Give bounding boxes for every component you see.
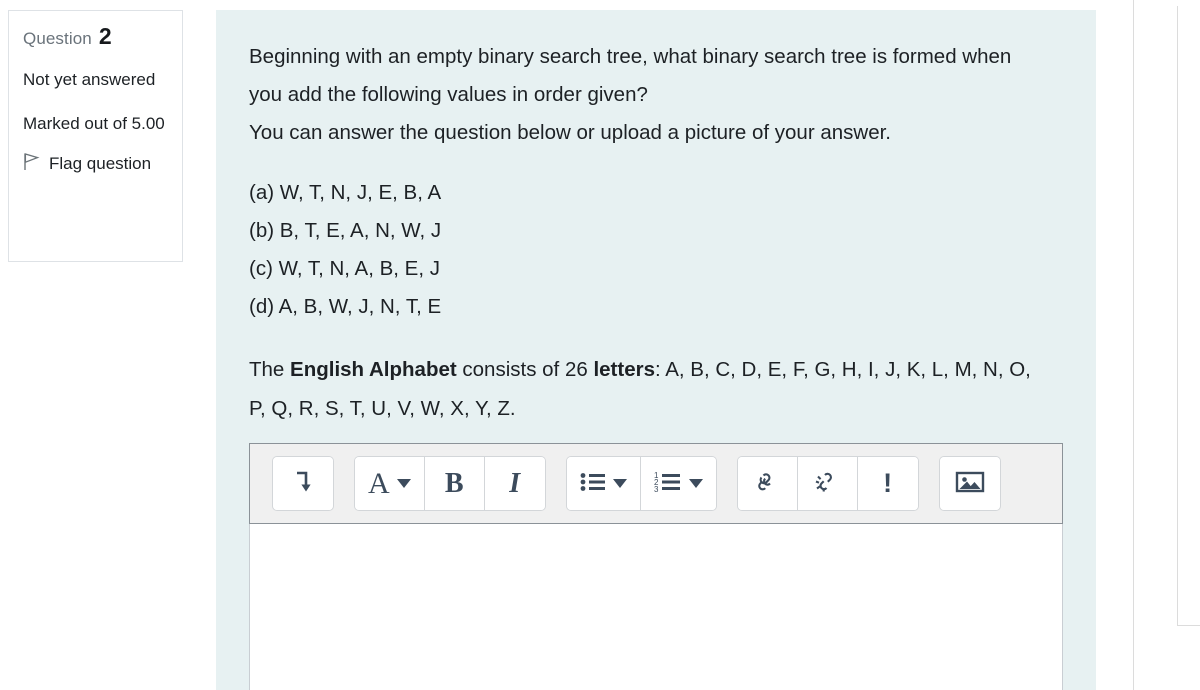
numbered-list-icon: 1 2 3 xyxy=(654,471,682,496)
expand-toolbar-button[interactable] xyxy=(273,457,333,510)
bulleted-list-icon xyxy=(580,471,606,496)
bold-icon: B xyxy=(444,467,464,499)
page-divider-rule xyxy=(1133,0,1134,690)
answer-editor: A B I 1 2 3 ! xyxy=(249,443,1063,690)
option-a: (a) W, T, N, J, E, B, A xyxy=(249,180,442,204)
numbered-list-button[interactable]: 1 2 3 xyxy=(640,457,716,510)
toolbar-group-expand xyxy=(272,456,334,511)
arrow-turn-down-icon xyxy=(293,470,313,497)
option-c: (c) W, T, N, A, B, E, J xyxy=(249,257,440,281)
toolbar-group-formatting: A B I xyxy=(354,456,546,511)
question-header: Question 2 xyxy=(23,25,168,49)
insert-image-button[interactable] xyxy=(939,457,1000,510)
question-label: Question xyxy=(23,29,92,48)
question-state: Not yet answered xyxy=(23,70,156,89)
chevron-down-icon xyxy=(396,479,411,488)
flag-question-button[interactable]: Flag question xyxy=(23,152,168,176)
alphabet-note: The English Alphabet consists of 26 lett… xyxy=(249,351,1049,428)
question-options: (a) W, T, N, J, E, B, A (b) B, T, E, A, … xyxy=(249,174,1062,327)
chevron-down-icon xyxy=(688,479,703,488)
alphabet-bold-english-alphabet: English Alphabet xyxy=(290,358,457,382)
option-d: (d) A, B, W, J, N, T, E xyxy=(249,295,442,319)
question-paragraph-1: Beginning with an empty binary search tr… xyxy=(249,45,1012,106)
italic-button[interactable]: I xyxy=(484,457,545,510)
option-b: (b) B, T, E, A, N, W, J xyxy=(249,218,442,242)
page-root: Question 2 Not yet answered Marked out o… xyxy=(0,0,1200,690)
right-side-panel-outline xyxy=(1177,6,1200,626)
alphabet-middle: consists of 26 xyxy=(456,358,594,382)
toolbar-group-media xyxy=(938,456,1001,511)
accessibility-check-button[interactable]: ! xyxy=(857,457,918,510)
chevron-down-icon xyxy=(612,479,627,488)
alphabet-prefix: The xyxy=(249,358,291,382)
bulleted-list-button[interactable] xyxy=(566,457,641,510)
toolbar-group-links: ! xyxy=(736,456,919,511)
question-number: 2 xyxy=(98,23,112,49)
exclamation-icon: ! xyxy=(883,468,893,498)
svg-text:3: 3 xyxy=(654,485,659,493)
link-button[interactable] xyxy=(737,457,798,510)
unlink-icon xyxy=(813,470,841,497)
text-style-icon: A xyxy=(368,466,390,500)
bold-button[interactable]: B xyxy=(424,457,485,510)
link-icon xyxy=(754,470,780,497)
unlink-button[interactable] xyxy=(797,457,858,510)
image-icon xyxy=(955,470,985,497)
answer-textarea[interactable] xyxy=(249,524,1063,690)
question-info-panel: Question 2 Not yet answered Marked out o… xyxy=(8,10,183,262)
flag-question-label: Flag question xyxy=(49,153,152,173)
alphabet-bold-letters: letters xyxy=(593,358,655,382)
question-marks: Marked out of 5.00 xyxy=(23,114,165,134)
question-paragraph-2: You can answer the question below or upl… xyxy=(249,120,891,144)
flag-outline-icon xyxy=(23,152,40,176)
italic-icon: I xyxy=(509,467,521,499)
text-style-button[interactable]: A xyxy=(355,457,425,510)
toolbar-group-lists: 1 2 3 xyxy=(565,456,717,511)
editor-toolbar: A B I 1 2 3 ! xyxy=(249,443,1063,524)
question-text: Beginning with an empty binary search tr… xyxy=(249,38,1049,152)
